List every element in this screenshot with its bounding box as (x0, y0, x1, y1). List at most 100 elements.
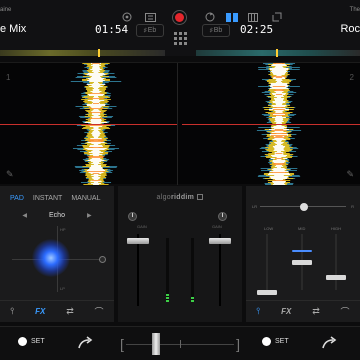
waveform-slice (273, 162, 285, 163)
brand-suffix: riddim (170, 194, 195, 201)
waveform-slice (92, 87, 100, 88)
waveform-slice (93, 144, 99, 145)
set-cue-right-button[interactable]: SET (262, 337, 289, 346)
next-effect-icon[interactable]: ▶ (87, 212, 92, 219)
waveform-slice (272, 161, 286, 162)
xy-pad-knob[interactable] (99, 256, 106, 263)
waveform-slice (272, 117, 286, 118)
pencil-icon[interactable]: ✎ (6, 169, 14, 180)
crossfader-cap[interactable] (152, 333, 160, 355)
channel-fader-right[interactable] (209, 238, 231, 244)
xy-bottom-label: LP (60, 286, 65, 291)
waveform-slice (276, 122, 282, 123)
tab-instant[interactable]: INSTANT (33, 195, 62, 202)
crossfader[interactable]: [ ] (118, 327, 242, 360)
channel-fader-left[interactable] (127, 238, 149, 244)
waveform-slice (89, 93, 103, 94)
waveform-slice (91, 161, 101, 162)
waveform-slice (90, 91, 102, 92)
waveform-slice (87, 171, 105, 172)
waveform-slice (273, 126, 285, 127)
key-icon: ♯ (143, 27, 147, 34)
eq-low-label: LOW (264, 226, 274, 231)
fx-button[interactable]: FX (281, 307, 291, 316)
deck-right-key[interactable]: ♯ Bb (202, 24, 230, 37)
waveform-slice (92, 83, 100, 84)
deck-right-waveform[interactable]: 2 ✎ (182, 63, 360, 185)
deck-left-artist: aine (0, 7, 12, 13)
waveform-slice (275, 120, 283, 121)
mixer-sliders-icon[interactable]: ⫯ (256, 306, 260, 317)
waveform-slice (93, 184, 99, 185)
waveform-slice (89, 154, 103, 155)
waveform-slice (271, 87, 287, 88)
waveform-slice (92, 70, 100, 71)
gain-knob-right[interactable] (218, 212, 227, 221)
record-button[interactable] (172, 10, 187, 25)
eq-high-lane (335, 234, 337, 290)
set-cue-left-button[interactable]: SET (18, 337, 45, 346)
cue-icon (262, 337, 271, 346)
tab-manual[interactable]: MANUAL (71, 195, 100, 202)
waveform-slice (90, 166, 102, 167)
waveform-slice (92, 162, 100, 163)
xy-pad[interactable]: HP LP (12, 226, 106, 292)
waveform-slice (87, 94, 105, 95)
waveform-slice (92, 67, 100, 68)
waveform-slice (276, 97, 282, 98)
deck-right-overview[interactable] (196, 49, 360, 57)
fx-button[interactable]: FX (35, 307, 45, 316)
waveform-slice (275, 94, 283, 95)
waveform-slice (87, 100, 105, 101)
waveform-slice (89, 146, 103, 147)
scratch-icon[interactable]: ⌒ (341, 305, 350, 318)
eq-high-fader[interactable] (326, 275, 346, 280)
waveform-slice (91, 65, 101, 66)
waveform-slice (91, 116, 101, 117)
waveform-slice (275, 100, 283, 101)
deck-left-overview[interactable] (0, 49, 165, 57)
loop-arrows-icon[interactable]: ⇄ (66, 306, 74, 317)
waveform-slice (89, 75, 103, 76)
effect-selector[interactable]: ◀ Echo ▶ (0, 212, 114, 219)
waveform-slice (272, 184, 286, 185)
waveform-slice (269, 176, 289, 177)
waveform-slice (91, 133, 101, 134)
target-icon[interactable] (120, 10, 134, 24)
waveform-slice (275, 77, 283, 78)
waveform-slice (89, 112, 103, 113)
waveform-slice (90, 121, 102, 122)
filter-slider[interactable] (260, 203, 346, 211)
waveform-slice (274, 95, 284, 96)
tab-pad[interactable]: PAD (10, 195, 24, 202)
waveform-slice (86, 74, 106, 75)
waveform-slice (272, 114, 286, 115)
deck-left-key[interactable]: ♯ Eb (136, 24, 164, 37)
fx-panel: PAD INSTANT MANUAL ◀ Echo ▶ HP LP ⫯ FX ⇄… (0, 186, 114, 322)
deck-left-waveform[interactable]: 1 ✎ (0, 63, 178, 185)
pencil-icon[interactable]: ✎ (346, 169, 354, 180)
filter-slider-thumb[interactable] (300, 203, 308, 211)
waveform-slice (89, 126, 103, 127)
waveform-slice (93, 182, 99, 183)
eq-mid-fader[interactable] (292, 260, 312, 265)
scratch-icon[interactable]: ⌒ (95, 305, 104, 318)
eq-low-fader[interactable] (257, 290, 277, 295)
waveform-slice (270, 85, 288, 86)
deck-right-info[interactable]: ♯ Bb 02:25 The Roc (196, 0, 360, 46)
play-sync-right-icon[interactable] (320, 335, 338, 353)
menu-grid-button[interactable] (172, 30, 188, 46)
previous-effect-icon[interactable]: ◀ (22, 212, 27, 219)
loop-arrows-icon[interactable]: ⇄ (312, 306, 320, 317)
waveform-slice (272, 146, 286, 147)
mixer-sliders-icon[interactable]: ⫯ (10, 306, 14, 317)
xy-pad-touch-point[interactable] (32, 239, 70, 277)
record-icon (175, 13, 184, 22)
waveform-slice (269, 171, 289, 172)
waveform-slice (275, 92, 283, 93)
gain-knob-left[interactable] (128, 212, 137, 221)
waveform-slice (90, 159, 102, 160)
sliders-icon[interactable] (143, 10, 157, 24)
waveform-slice (275, 153, 283, 154)
play-sync-left-icon[interactable] (76, 335, 94, 353)
